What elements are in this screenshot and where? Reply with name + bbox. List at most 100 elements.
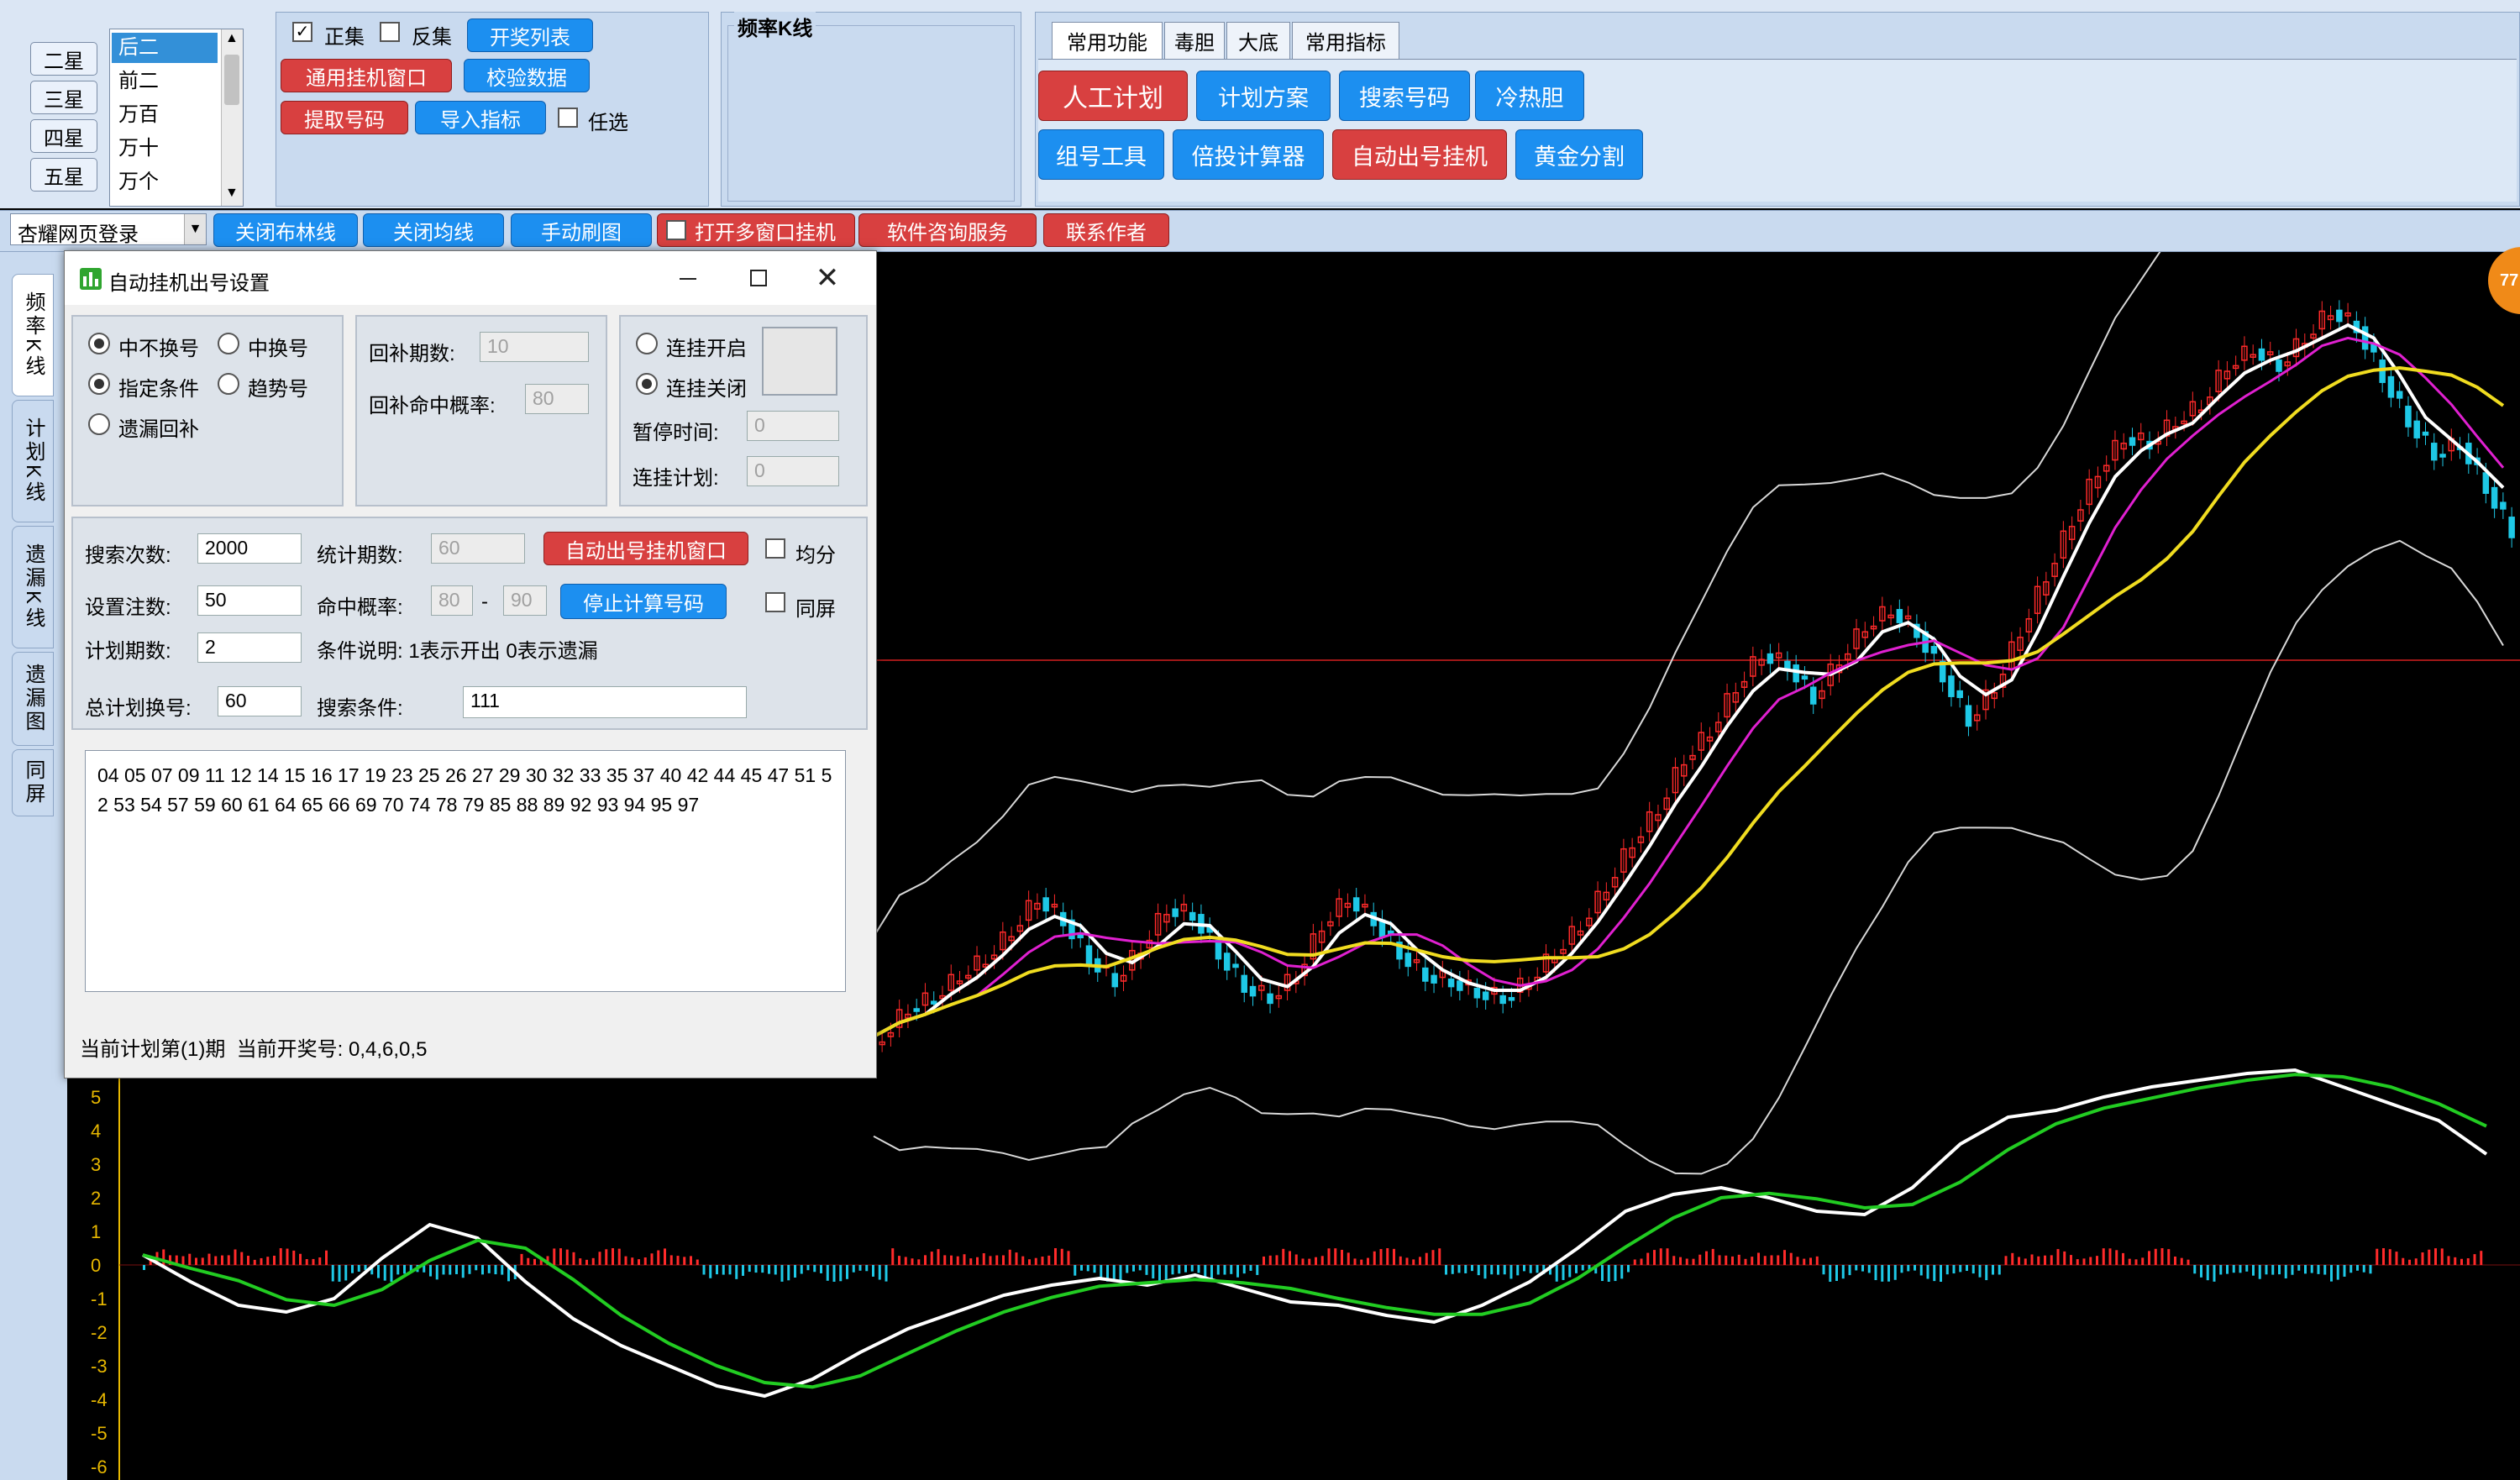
macd-bar — [1171, 1265, 1174, 1275]
side-tab-same-screen[interactable]: 同屏 — [12, 749, 54, 816]
star-button-3[interactable]: 三星 — [30, 81, 97, 114]
renxuan-checkbox[interactable] — [558, 108, 578, 128]
auto-hook-window-button[interactable]: 自动出号挂机窗口 — [543, 532, 748, 565]
list-item[interactable]: 万个 — [112, 167, 218, 197]
import-indicator-button[interactable]: 导入指标 — [415, 101, 546, 134]
listbox-scrollbar[interactable]: ▲ ▼ — [221, 29, 243, 206]
stop-calc-button[interactable]: 停止计算号码 — [560, 584, 727, 619]
hit-prob-high-input[interactable]: 90 — [503, 585, 547, 616]
macd-bar — [1692, 1258, 1695, 1265]
auto-number-hook-button[interactable]: 自动出号挂机 — [1332, 129, 1507, 180]
search-numbers-button[interactable]: 搜索号码 — [1339, 71, 1470, 121]
macd-bar — [1197, 1265, 1200, 1273]
zheng-checkbox[interactable]: ✓ — [292, 22, 312, 42]
multiplier-calc-button[interactable]: 倍投计算器 — [1173, 129, 1324, 180]
macd-bar — [1627, 1265, 1630, 1273]
tab-indicators[interactable]: 常用指标 — [1292, 22, 1399, 59]
fan-checkbox[interactable] — [380, 22, 400, 42]
macd-bar — [2343, 1265, 2346, 1277]
radio-miss-backfill[interactable] — [88, 413, 110, 435]
multi-window-checkbox[interactable] — [666, 220, 686, 240]
radio-trend[interactable] — [218, 373, 239, 395]
candle-body — [1232, 963, 1239, 968]
radio-change-number[interactable] — [218, 333, 239, 354]
search-condition-input[interactable]: 111 — [463, 686, 747, 718]
star-button-2[interactable]: 二星 — [30, 42, 97, 76]
position-listbox[interactable]: 后二 前二 万百 万十 万个 ▲ ▼ — [109, 29, 244, 207]
side-tab-freq-kline[interactable]: 频率K线 — [12, 274, 54, 396]
search-count-input[interactable]: 2000 — [197, 533, 302, 564]
macd-bar — [207, 1253, 211, 1265]
list-item[interactable]: 万百 — [112, 100, 218, 130]
stat-periods-input[interactable]: 60 — [431, 533, 525, 564]
macd-bar — [1034, 1257, 1037, 1265]
contact-author-button[interactable]: 联系作者 — [1043, 213, 1169, 247]
same-screen-checkbox[interactable] — [765, 592, 785, 612]
macd-bar — [351, 1265, 354, 1273]
list-item[interactable]: 万十 — [112, 134, 218, 164]
macd-bar — [1841, 1265, 1845, 1279]
close-icon[interactable]: ✕ — [811, 263, 844, 293]
list-item[interactable]: 前二 — [112, 66, 218, 97]
multi-window-hook-button[interactable]: 打开多窗口挂机 — [657, 213, 855, 247]
tab-dudan[interactable]: 毒胆 — [1164, 22, 1225, 59]
plan-periods-input[interactable]: 2 — [197, 632, 302, 663]
scrollbar-thumb[interactable] — [224, 55, 239, 105]
candle-body — [1948, 675, 1955, 697]
dialog-titlebar[interactable]: 自动挂机出号设置 ✕ — [65, 251, 876, 305]
axis-tick-label: 4 — [91, 1120, 101, 1141]
radio-condition[interactable] — [88, 373, 110, 395]
macd-bar — [312, 1258, 315, 1265]
radio-chain-on[interactable] — [636, 333, 658, 354]
close-boll-button[interactable]: 关闭布林线 — [213, 213, 358, 247]
side-tab-miss-chart[interactable]: 遗漏图 — [12, 652, 54, 746]
total-change-input[interactable]: 60 — [218, 686, 302, 716]
chain-plan-input[interactable]: 0 — [747, 456, 839, 486]
consult-service-button[interactable]: 软件咨询服务 — [858, 213, 1037, 247]
golden-split-button[interactable]: 黄金分割 — [1515, 129, 1643, 180]
pause-time-input[interactable]: 0 — [747, 411, 839, 441]
extract-numbers-button[interactable]: 提取号码 — [281, 101, 408, 134]
auto-hook-dialog: 自动挂机出号设置 ✕ 中不换号 中换号 指定条件 趋势号 遗漏回补 回补期数: … — [64, 250, 877, 1079]
hot-cold-button[interactable]: 冷热胆 — [1475, 71, 1584, 121]
plan-scheme-button[interactable]: 计划方案 — [1196, 71, 1331, 121]
general-hook-window-button[interactable]: 通用挂机窗口 — [281, 59, 452, 92]
macd-bar — [1809, 1257, 1812, 1265]
verify-data-button[interactable]: 校验数据 — [464, 59, 590, 92]
macd-bar — [872, 1265, 874, 1277]
manual-plan-button[interactable]: 人工计划 — [1038, 71, 1188, 121]
tab-dadi[interactable]: 大底 — [1226, 22, 1290, 59]
macd-bar — [2024, 1258, 2027, 1265]
side-tab-plan-kline[interactable]: 计划K线 — [12, 400, 54, 522]
scroll-up-arrow-icon[interactable]: ▲ — [225, 31, 239, 46]
maximize-icon[interactable] — [742, 266, 775, 291]
radio-chain-off[interactable] — [636, 373, 658, 395]
scroll-down-arrow-icon[interactable]: ▼ — [225, 186, 239, 201]
manual-refresh-button[interactable]: 手动刷图 — [511, 213, 652, 247]
backfill-periods-input[interactable]: 10 — [480, 332, 589, 362]
group-tool-button[interactable]: 组号工具 — [1038, 129, 1164, 180]
star-button-4[interactable]: 四星 — [30, 119, 97, 153]
macd-bar — [676, 1256, 680, 1265]
macd-bar — [1966, 1265, 1968, 1272]
side-tab-miss-kline[interactable]: 遗漏K线 — [12, 526, 54, 648]
star-button-5[interactable]: 五星 — [30, 158, 97, 192]
bet-count-input[interactable]: 50 — [197, 585, 302, 616]
radio-keep-number[interactable] — [88, 333, 110, 354]
tab-common[interactable]: 常用功能 — [1052, 22, 1163, 59]
macd-bar — [664, 1248, 666, 1265]
chevron-down-icon[interactable]: ▼ — [184, 214, 206, 244]
macd-bar — [195, 1257, 197, 1265]
minimize-icon[interactable] — [669, 266, 703, 291]
result-textarea[interactable]: 04 05 07 09 11 12 14 15 16 17 19 23 25 2… — [85, 750, 846, 992]
bollinger-bands — [873, 252, 2504, 1175]
macd-bar — [1536, 1265, 1539, 1273]
login-select[interactable]: 杏耀网页登录 ▼ — [10, 213, 207, 246]
close-ma-button[interactable]: 关闭均线 — [363, 213, 504, 247]
macd-bar — [1190, 1265, 1194, 1272]
backfill-prob-input[interactable]: 80 — [525, 384, 589, 414]
junfen-checkbox[interactable] — [765, 538, 785, 559]
list-item[interactable]: 后二 — [112, 33, 218, 63]
kaijiang-list-button[interactable]: 开奖列表 — [467, 18, 593, 52]
hit-prob-low-input[interactable]: 80 — [431, 585, 473, 616]
